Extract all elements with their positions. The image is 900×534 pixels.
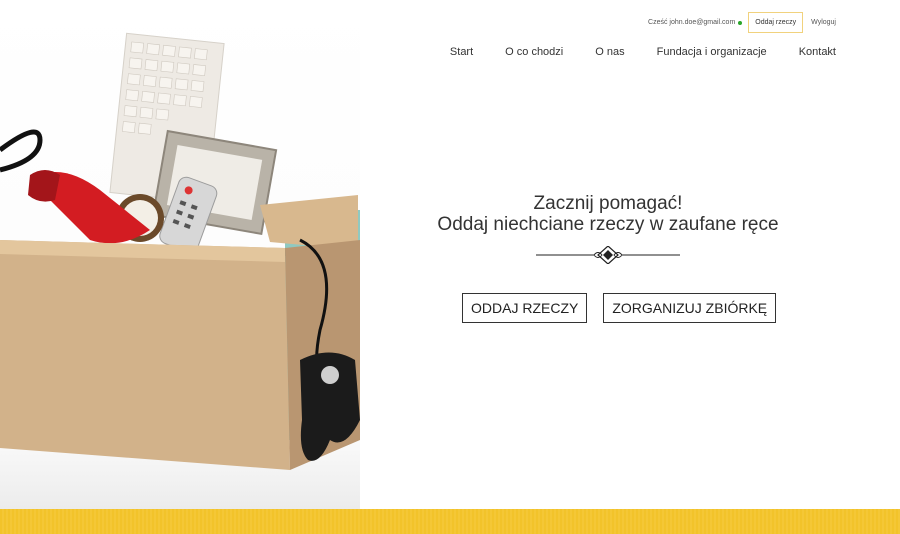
hero-heading: Zacznij pomagać! Oddaj niechciane rzeczy… (360, 193, 856, 235)
nav-item-about-us[interactable]: O nas (595, 46, 624, 58)
main-nav: Start O co chodzi O nas Fundacja i organ… (450, 46, 836, 58)
header-give-items-button[interactable]: Oddaj rzeczy (748, 12, 804, 33)
nav-item-start[interactable]: Start (450, 46, 473, 58)
hero-image (0, 0, 360, 509)
hero-actions: ODDAJ RZECZY ZORGANIZUJ ZBIÓRKĘ (462, 293, 777, 323)
user-bar: Cześć john.doe@gmail.com Oddaj rzeczy Wy… (648, 12, 836, 33)
nav-item-foundations[interactable]: Fundacja i organizacje (657, 46, 767, 58)
hero-subtitle: Oddaj niechciane rzeczy w zaufane ręce (437, 214, 779, 235)
nav-item-about[interactable]: O co chodzi (505, 46, 563, 58)
logout-link[interactable]: Wyloguj (811, 19, 836, 26)
cardboard-box-icon (0, 240, 290, 470)
decorative-divider-icon (536, 246, 680, 264)
box-with-items-illustration (0, 32, 360, 470)
box-flap-icon (260, 195, 358, 250)
online-status-icon (738, 20, 743, 25)
give-items-button[interactable]: ODDAJ RZECZY (462, 293, 588, 323)
user-greeting: Cześć john.doe@gmail.com (648, 19, 743, 26)
greeting-text: Cześć john.doe@gmail.com (648, 19, 736, 26)
nav-item-contact[interactable]: Kontakt (799, 46, 836, 58)
bottom-color-band (0, 509, 900, 534)
organize-collection-button[interactable]: ZORGANIZUJ ZBIÓRKĘ (603, 293, 777, 323)
hero-title: Zacznij pomagać! (533, 193, 683, 214)
